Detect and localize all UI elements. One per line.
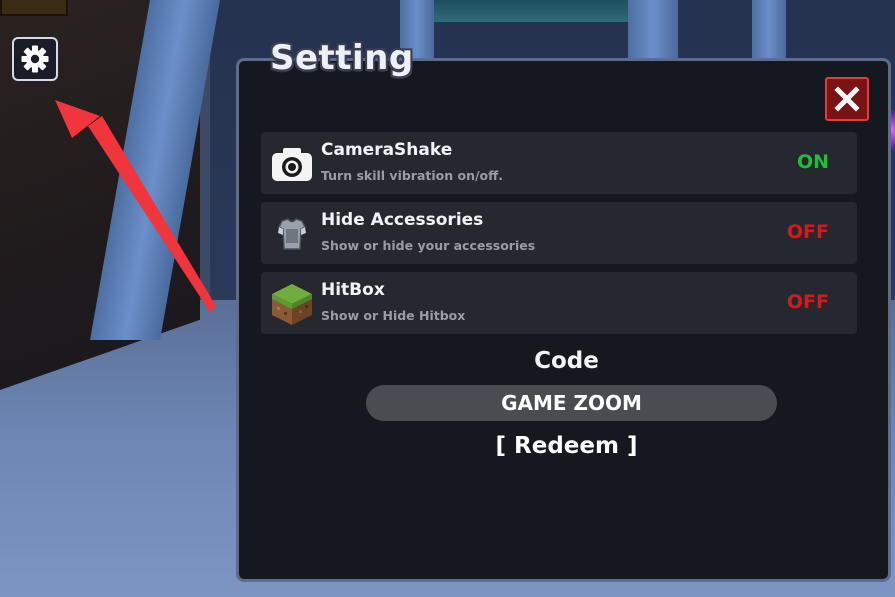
setting-row-camerashake[interactable]: CameraShake Turn skill vibration on/off.…	[261, 132, 857, 194]
setting-description: Show or hide your accessories	[321, 238, 536, 253]
background-ledge	[0, 0, 68, 16]
settings-panel: CameraShake Turn skill vibration on/off.…	[236, 58, 891, 582]
setting-description: Turn skill vibration on/off.	[321, 168, 504, 183]
game-scene: CameraShake Turn skill vibration on/off.…	[0, 0, 895, 597]
setting-row-hide-accessories[interactable]: Hide Accessories Show or hide your acces…	[261, 202, 857, 264]
setting-status-toggle[interactable]: OFF	[787, 221, 829, 243]
background-opening	[430, 0, 630, 22]
code-label: Code	[534, 348, 599, 374]
background-pillar	[752, 0, 786, 60]
gear-icon	[21, 45, 49, 73]
background-pillar	[628, 0, 678, 60]
camera-icon	[272, 148, 312, 181]
setting-title: Hide Accessories	[321, 210, 484, 230]
setting-title: HitBox	[321, 280, 385, 300]
close-icon	[834, 86, 860, 112]
setting-status-toggle[interactable]: OFF	[787, 291, 829, 313]
settings-gear-button[interactable]	[12, 37, 58, 81]
grass-block-icon	[272, 284, 312, 325]
redeem-button[interactable]: [ Redeem ]	[239, 433, 894, 459]
setting-description: Show or Hide Hitbox	[321, 308, 466, 323]
panel-title: Setting	[270, 38, 414, 78]
armor-icon	[277, 218, 307, 250]
setting-row-hitbox[interactable]: HitBox Show or Hide Hitbox OFF	[261, 272, 857, 334]
setting-status-toggle[interactable]: ON	[797, 151, 829, 173]
close-button[interactable]	[825, 77, 869, 121]
code-input[interactable]	[366, 385, 777, 421]
setting-title: CameraShake	[321, 140, 453, 160]
